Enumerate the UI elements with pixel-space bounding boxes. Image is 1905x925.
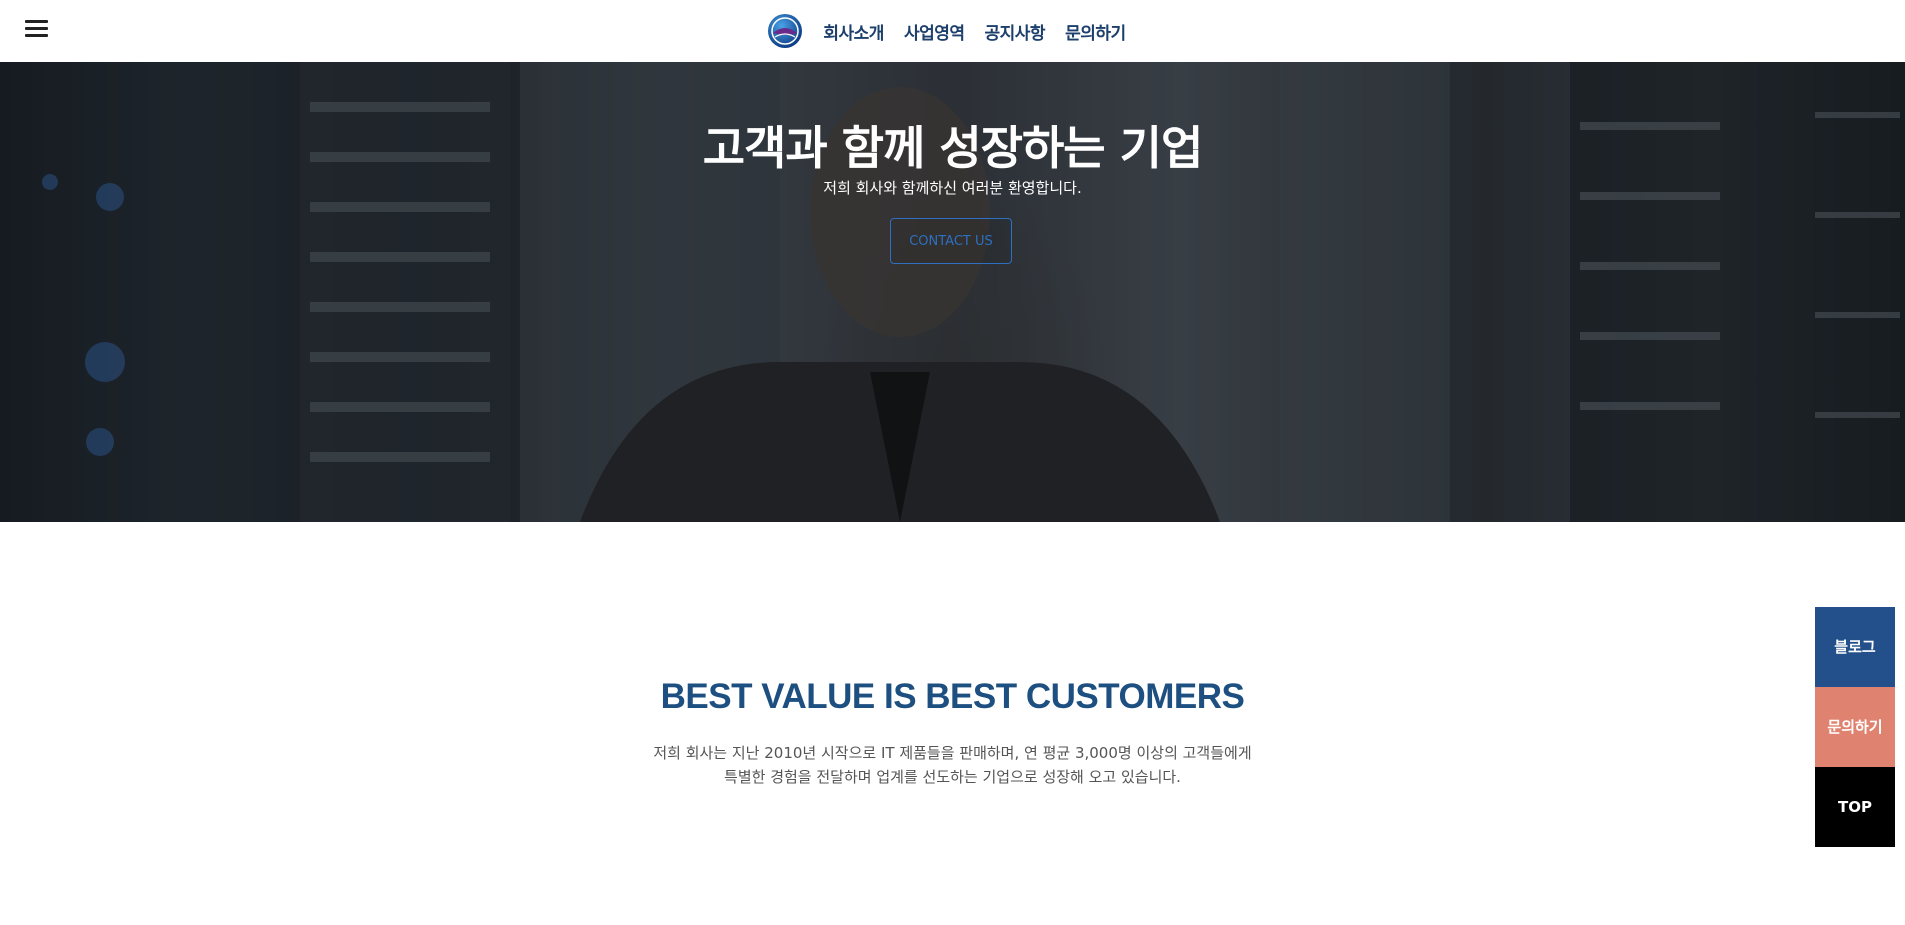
contact-us-button[interactable]: CONTACT US — [890, 218, 1012, 264]
intro-description-line-2: 특별한 경험을 전달하며 업계를 선도하는 기업으로 성장해 오고 있습니다. — [724, 768, 1181, 786]
quick-blog-button[interactable]: 블로그 — [1815, 607, 1895, 687]
intro-description: 저희 회사는 지난 2010년 시작으로 IT 제품들을 판매하며, 연 평균 … — [0, 741, 1905, 789]
site-header: 회사소개 사업영역 공지사항 문의하기 — [0, 0, 1905, 62]
hero-banner: 고객과 함께 성장하는 기업 저희 회사와 함께하신 여러분 환영합니다. CO… — [0, 62, 1905, 522]
nav-link-about[interactable]: 회사소개 — [823, 19, 884, 44]
nav-link-notice[interactable]: 공지사항 — [985, 19, 1046, 44]
quick-contact-button[interactable]: 문의하기 — [1815, 687, 1895, 767]
intro-description-line-1: 저희 회사는 지난 2010년 시작으로 IT 제품들을 판매하며, 연 평균 … — [653, 744, 1252, 762]
scroll-top-button[interactable]: TOP — [1815, 767, 1895, 847]
nav-link-business[interactable]: 사업영역 — [904, 19, 965, 44]
main-nav: 회사소개 사업영역 공지사항 문의하기 — [0, 0, 1905, 62]
hero-subtitle: 저희 회사와 함께하신 여러분 환영합니다. — [823, 179, 1082, 197]
intro-title: BEST VALUE IS BEST CUSTOMERS — [660, 677, 1245, 716]
globe-logo-icon[interactable] — [767, 13, 803, 49]
nav-link-contact[interactable]: 문의하기 — [1065, 19, 1126, 44]
hero-title: 고객과 함께 성장하는 기업 — [702, 121, 1204, 175]
